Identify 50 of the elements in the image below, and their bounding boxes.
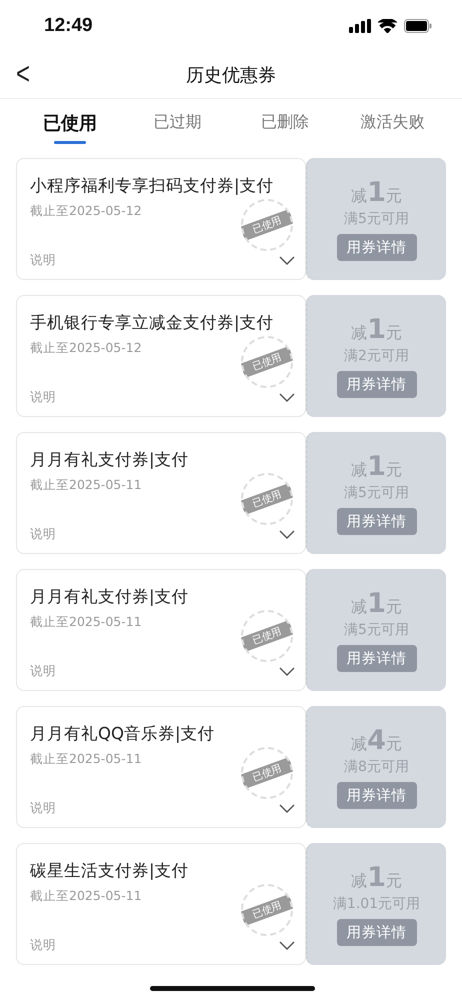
deadline-text: 截止至2025-05-12 [30, 340, 143, 357]
deadline-text: 截止至2025-05-11 [30, 751, 143, 768]
signal-icon [349, 19, 371, 33]
details-button[interactable]: 用券详情 [336, 919, 416, 946]
description-label[interactable]: 说明 [30, 937, 56, 954]
description-label[interactable]: 说明 [30, 389, 56, 406]
page-title: 历史优惠券 [186, 64, 276, 87]
discount-amount: 减1元 [351, 314, 402, 345]
chevron-down-icon[interactable] [279, 667, 295, 676]
min-spend-text: 满2元可用 [344, 347, 409, 365]
tab[interactable]: 激活失败 [338, 99, 446, 155]
details-button[interactable]: 用券详情 [336, 508, 416, 535]
deadline-text: 截止至2025-05-11 [30, 614, 143, 631]
description-label[interactable]: 说明 [30, 252, 56, 269]
discount-amount: 减1元 [351, 862, 402, 893]
back-button[interactable]: < [16, 56, 30, 94]
tab[interactable]: 已使用 [16, 99, 124, 155]
discount-amount: 减4元 [351, 725, 402, 756]
min-spend-text: 满8元可用 [344, 758, 409, 776]
description-label[interactable]: 说明 [30, 663, 56, 680]
discount-amount: 减1元 [351, 588, 402, 619]
details-button[interactable]: 用券详情 [336, 782, 416, 809]
battery-icon [404, 19, 432, 33]
chevron-down-icon[interactable] [279, 530, 295, 539]
discount-amount: 减1元 [351, 451, 402, 482]
coupon-title: 碳星生活支付券|支付 [30, 860, 190, 882]
deadline-text: 截止至2025-05-11 [30, 477, 143, 494]
deadline-text: 截止至2025-05-12 [30, 203, 143, 220]
coupon-title: 月月有礼支付券|支付 [30, 586, 190, 608]
chevron-down-icon[interactable] [279, 941, 295, 950]
details-button[interactable]: 用券详情 [336, 645, 416, 672]
description-label[interactable]: 说明 [30, 526, 56, 543]
deadline-text: 截止至2025-05-11 [30, 888, 143, 905]
description-label[interactable]: 说明 [30, 800, 56, 817]
min-spend-text: 满5元可用 [344, 210, 409, 228]
coupon-title: 月月有礼QQ音乐券|支付 [30, 723, 216, 745]
chevron-down-icon[interactable] [279, 804, 295, 813]
chevron-down-icon[interactable] [279, 393, 295, 402]
wifi-icon [378, 19, 397, 33]
chevron-down-icon[interactable] [279, 256, 295, 265]
min-spend-text: 满1.01元可用 [332, 895, 420, 913]
min-spend-text: 满5元可用 [344, 621, 409, 639]
tab[interactable]: 已过期 [124, 99, 231, 155]
min-spend-text: 满5元可用 [344, 484, 409, 502]
clock-time: 12:49 [44, 15, 93, 37]
details-button[interactable]: 用券详情 [336, 234, 416, 261]
details-button[interactable]: 用券详情 [336, 371, 416, 398]
tab[interactable]: 已删除 [231, 99, 338, 155]
coupon-title: 月月有礼支付券|支付 [30, 449, 190, 471]
discount-amount: 减1元 [351, 177, 402, 208]
